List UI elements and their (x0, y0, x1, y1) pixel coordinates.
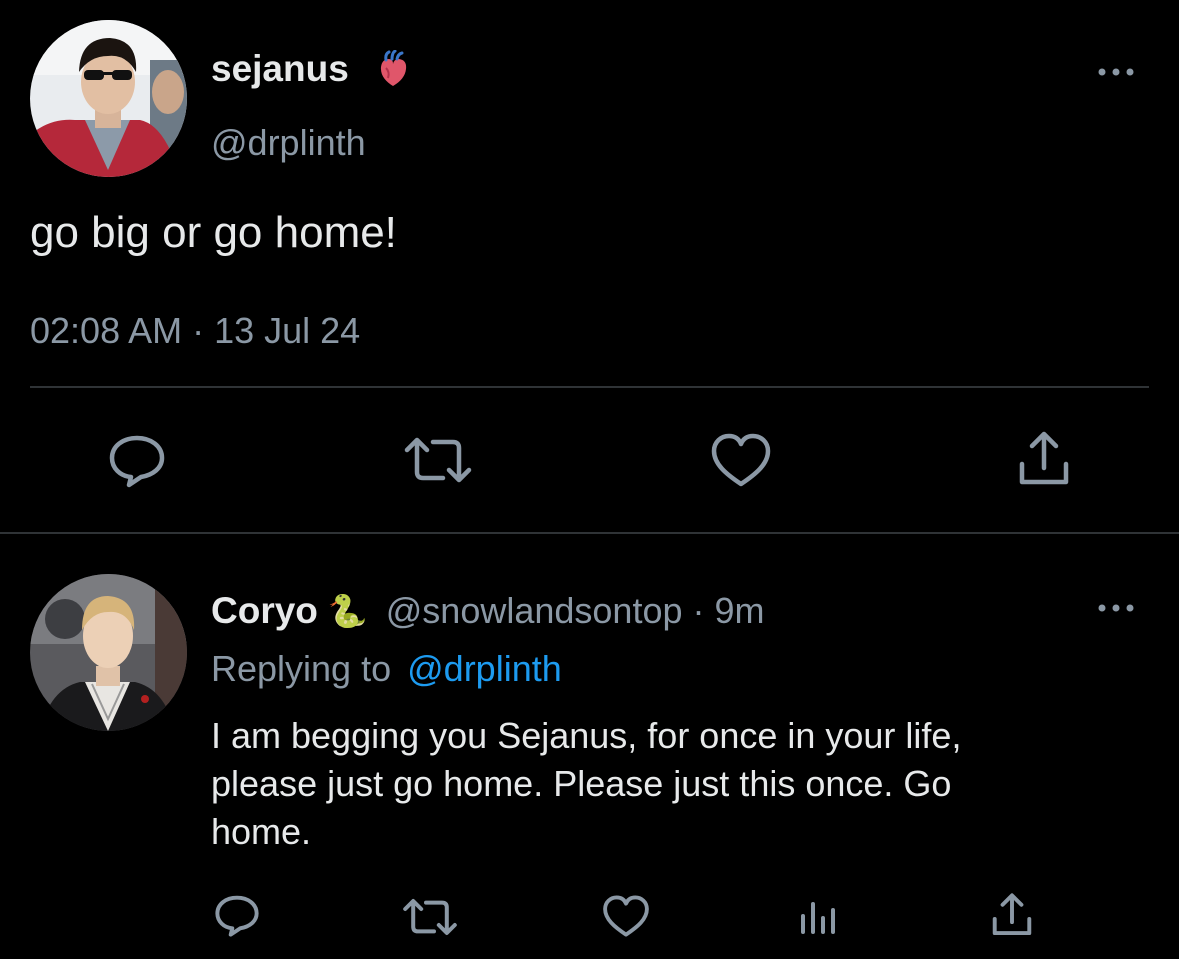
reply-retweet-icon[interactable] (402, 896, 458, 938)
reply-more-options-icon[interactable] (1096, 600, 1136, 616)
replying-to: Replying to @drplinth (211, 648, 562, 690)
reply-text-line: I am begging you Sejanus, for once in yo… (211, 715, 962, 756)
more-options-icon[interactable] (1096, 64, 1136, 80)
reply-text-line: home. (211, 811, 312, 852)
like-icon[interactable] (710, 432, 772, 488)
avatar-coryo[interactable] (30, 574, 187, 731)
reply-author-name[interactable]: Coryo (211, 590, 318, 632)
author-name[interactable]: sejanus (211, 48, 349, 90)
reply-text-line: please just go home. Please just this on… (211, 763, 952, 804)
reply-text: I am begging you Sejanus, for once in yo… (211, 712, 961, 856)
tweet-timestamp[interactable]: 02:08 AM · 13 Jul 24 (30, 310, 360, 352)
reply-author-handle[interactable]: @snowlandsontop (386, 590, 683, 632)
tweet-text: go big or go home! (30, 208, 397, 257)
snake-icon: 🐍 (327, 593, 368, 629)
reply-header: Coryo 🐍 @snowlandsontop · 9m (211, 590, 765, 632)
reply-icon[interactable] (107, 432, 167, 488)
share-icon[interactable] (1016, 430, 1072, 488)
reply-reply-icon[interactable] (213, 893, 261, 937)
divider (30, 386, 1149, 388)
reply-share-icon[interactable] (990, 892, 1034, 938)
separator-dot: · (692, 590, 705, 631)
anatomical-heart-icon (376, 50, 410, 88)
retweet-icon[interactable] (403, 434, 473, 486)
reply-like-icon[interactable] (602, 894, 650, 938)
section-divider (0, 532, 1179, 534)
replying-to-label: Replying to (211, 648, 392, 689)
avatar-sejanus[interactable] (30, 20, 187, 177)
analytics-icon[interactable] (799, 896, 839, 936)
replying-to-handle-link[interactable]: @drplinth (407, 648, 562, 689)
author-handle[interactable]: @drplinth (211, 122, 366, 164)
reply-time[interactable]: 9m (715, 590, 765, 632)
